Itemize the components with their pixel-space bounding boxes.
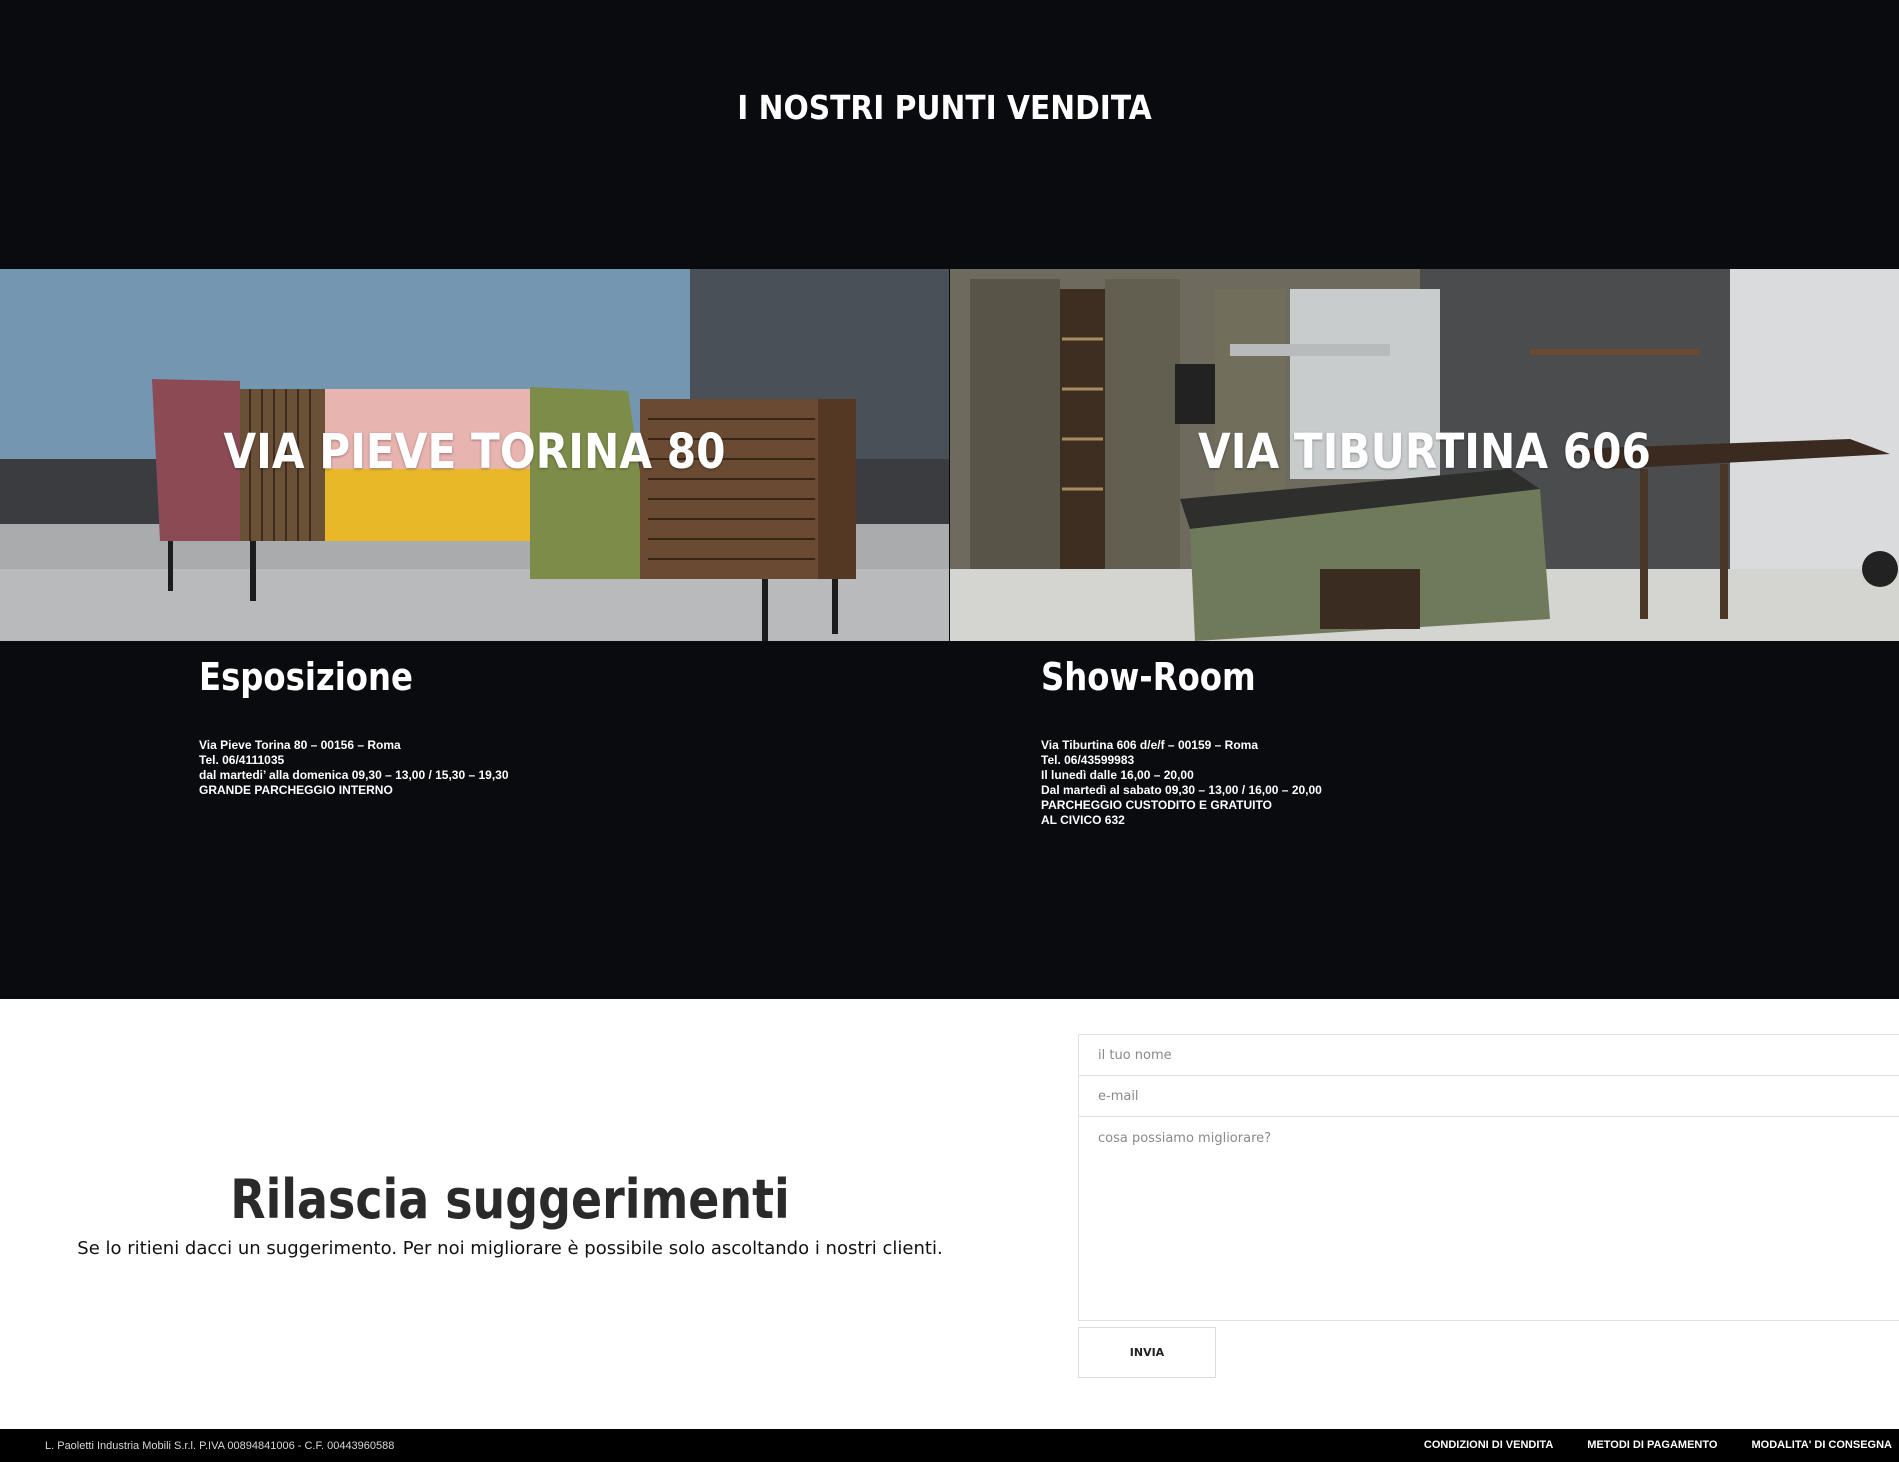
store-heading-esposizione: Esposizione [199,655,413,699]
store-parking: PARCHEGGIO CUSTODITO E GRATUITO [1041,798,1272,812]
footer-link-conditions[interactable]: CONDIZIONI DI VENDITA [1424,1439,1553,1451]
stores-section: I NOSTRI PUNTI VENDITA VIA PIEVE TORINA … [0,0,1899,999]
store-heading-showroom: Show-Room [1041,655,1256,699]
suggestions-title: Rilascia suggerimenti [230,1168,790,1231]
store-hours-monday: Il lunedì dalle 16,00 – 20,00 [1041,768,1194,782]
suggestions-subtitle: Se lo ritieni dacci un suggerimento. Per… [77,1238,943,1259]
store-image-title: VIA PIEVE TORINA 80 [223,424,726,480]
footer: L. Paoletti Industria Mobili S.r.l. P.IV… [0,1429,1899,1462]
store-address: Via Tiburtina 606 d/e/f – 00159 – Roma [1041,738,1258,752]
store-image-tiburtina[interactable]: VIA TIBURTINA 606 [950,269,1899,641]
store-image-title: VIA TIBURTINA 606 [1198,424,1651,480]
store-image-pieve-torina[interactable]: VIA PIEVE TORINA 80 [0,269,949,641]
name-input[interactable] [1078,1034,1899,1076]
store-hours: Dal martedì al sabato 09,30 – 13,00 / 16… [1041,783,1322,797]
store-phone: Tel. 06/4111035 [199,753,285,767]
message-textarea[interactable] [1078,1116,1899,1321]
store-phone: Tel. 06/43599983 [1041,753,1135,767]
footer-links: CONDIZIONI DI VENDITA METODI DI PAGAMENT… [1424,1439,1892,1451]
email-input[interactable] [1078,1075,1899,1117]
store-info-showroom: Via Tiburtina 606 d/e/f – 00159 – Roma T… [1041,738,1322,828]
store-parking-address: AL CIVICO 632 [1041,813,1125,827]
footer-link-payment[interactable]: METODI DI PAGAMENTO [1587,1439,1717,1451]
footer-legal: L. Paoletti Industria Mobili S.r.l. P.IV… [45,1440,395,1452]
store-info-esposizione: Via Pieve Torina 80 – 00156 – Roma Tel. … [199,738,509,798]
store-hours: dal martedi’ alla domenica 09,30 – 13,00… [199,768,509,782]
store-address: Via Pieve Torina 80 – 00156 – Roma [199,738,401,752]
footer-link-delivery[interactable]: MODALITA' DI CONSEGNA [1751,1439,1892,1451]
store-parking: GRANDE PARCHEGGIO INTERNO [199,783,393,797]
section-title: I NOSTRI PUNTI VENDITA [737,88,1152,127]
submit-button[interactable]: INVIA [1078,1327,1216,1378]
